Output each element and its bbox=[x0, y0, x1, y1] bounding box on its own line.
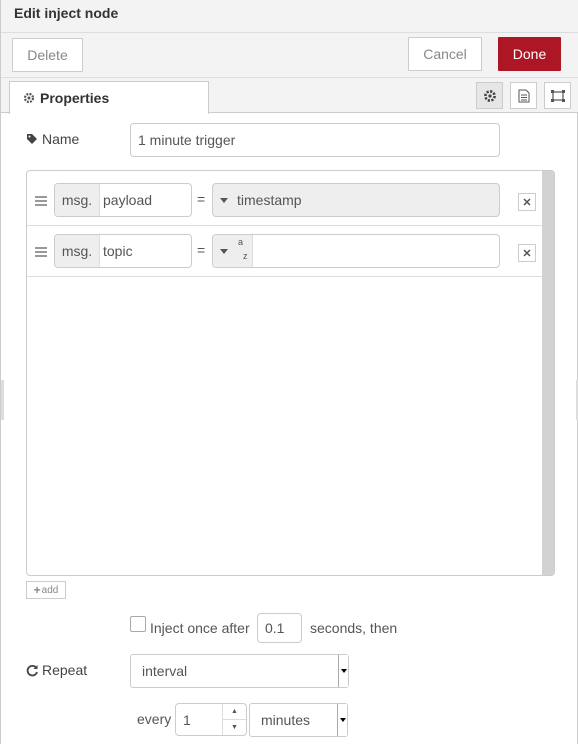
edit-inject-node-tray: Edit inject node Delete Cancel Done Prop… bbox=[0, 0, 578, 744]
property-key[interactable]: payload bbox=[100, 184, 152, 216]
tab-description[interactable] bbox=[510, 82, 537, 109]
delete-button[interactable]: Delete bbox=[12, 38, 83, 72]
done-button[interactable]: Done bbox=[498, 37, 561, 71]
drag-handle-icon[interactable] bbox=[35, 196, 47, 208]
tray-header: Edit inject node bbox=[1, 0, 578, 33]
remove-property-button[interactable]: ✕ bbox=[518, 244, 536, 262]
inject-once-delay-input[interactable] bbox=[257, 613, 302, 643]
interval-unit-value: minutes bbox=[261, 712, 311, 728]
type-selector[interactable]: az bbox=[213, 235, 253, 267]
property-value-field[interactable]: timestamp bbox=[212, 183, 500, 217]
name-input[interactable] bbox=[130, 123, 500, 157]
caret-down-icon[interactable] bbox=[220, 197, 228, 203]
property-value: timestamp bbox=[237, 192, 302, 208]
property-name-field[interactable]: msg. payload bbox=[54, 183, 192, 217]
dropdown-arrow-icon bbox=[337, 704, 347, 736]
seconds-then-label: seconds, then bbox=[310, 620, 398, 636]
remove-property-button[interactable]: ✕ bbox=[518, 193, 536, 211]
plus-icon: + bbox=[33, 583, 41, 597]
inject-once-label: Inject once after bbox=[150, 620, 250, 636]
msg-prefix: msg. bbox=[55, 184, 100, 216]
repeat-type-select[interactable]: interval bbox=[130, 654, 349, 688]
document-icon bbox=[518, 89, 529, 102]
add-label: add bbox=[41, 584, 59, 596]
repeat-label-text: Repeat bbox=[42, 662, 88, 678]
scrollbar[interactable] bbox=[542, 171, 554, 575]
repeat-type-value: interval bbox=[142, 663, 188, 679]
spin-down-icon[interactable]: ▼ bbox=[223, 720, 246, 736]
interval-count-spinner[interactable]: 1 ▲ ▼ bbox=[175, 703, 247, 736]
tray-toolbar: Delete Cancel Done bbox=[1, 33, 578, 78]
msg-prefix: msg. bbox=[55, 235, 100, 267]
interval-unit-select[interactable]: minutes bbox=[249, 703, 348, 737]
tab-bar: Properties bbox=[1, 78, 578, 114]
gear-icon bbox=[23, 92, 35, 104]
spin-up-icon[interactable]: ▲ bbox=[223, 704, 246, 720]
property-value-field[interactable]: az bbox=[212, 234, 500, 268]
equals-sign: = bbox=[197, 191, 206, 207]
every-label: every bbox=[137, 711, 172, 727]
spinner-arrows: ▲ ▼ bbox=[222, 704, 246, 735]
repeat-icon bbox=[26, 664, 38, 676]
tag-icon bbox=[27, 134, 37, 144]
cancel-button[interactable]: Cancel bbox=[408, 37, 482, 71]
resize-grip-left[interactable] bbox=[1, 380, 4, 420]
property-list: msg. payload = timestamp ✕ msg. topic = … bbox=[26, 170, 555, 576]
inject-once-checkbox[interactable] bbox=[130, 616, 146, 632]
name-label-text: Name bbox=[42, 131, 80, 147]
gear-icon bbox=[483, 89, 496, 102]
tab-properties-label: Properties bbox=[40, 90, 110, 106]
equals-sign: = bbox=[197, 242, 206, 258]
tray-title: Edit inject node bbox=[14, 5, 119, 21]
drag-handle-icon[interactable] bbox=[35, 247, 47, 259]
frame-icon bbox=[550, 89, 565, 102]
tab-properties[interactable]: Properties bbox=[9, 81, 209, 114]
caret-down-icon bbox=[220, 248, 228, 254]
dropdown-arrow-icon bbox=[338, 655, 348, 687]
property-key[interactable]: topic bbox=[100, 235, 133, 267]
property-row: msg. topic = az ✕ bbox=[27, 226, 542, 277]
repeat-label: Repeat bbox=[26, 662, 87, 678]
property-row: msg. payload = timestamp ✕ bbox=[27, 175, 542, 226]
interval-count-value[interactable]: 1 bbox=[183, 712, 191, 728]
tab-settings[interactable] bbox=[476, 82, 503, 109]
add-property-button[interactable]: + add bbox=[26, 581, 66, 599]
string-type-icon: az bbox=[238, 236, 248, 262]
property-name-field[interactable]: msg. topic bbox=[54, 234, 192, 268]
tab-appearance[interactable] bbox=[544, 82, 571, 109]
name-label: Name bbox=[26, 131, 79, 147]
